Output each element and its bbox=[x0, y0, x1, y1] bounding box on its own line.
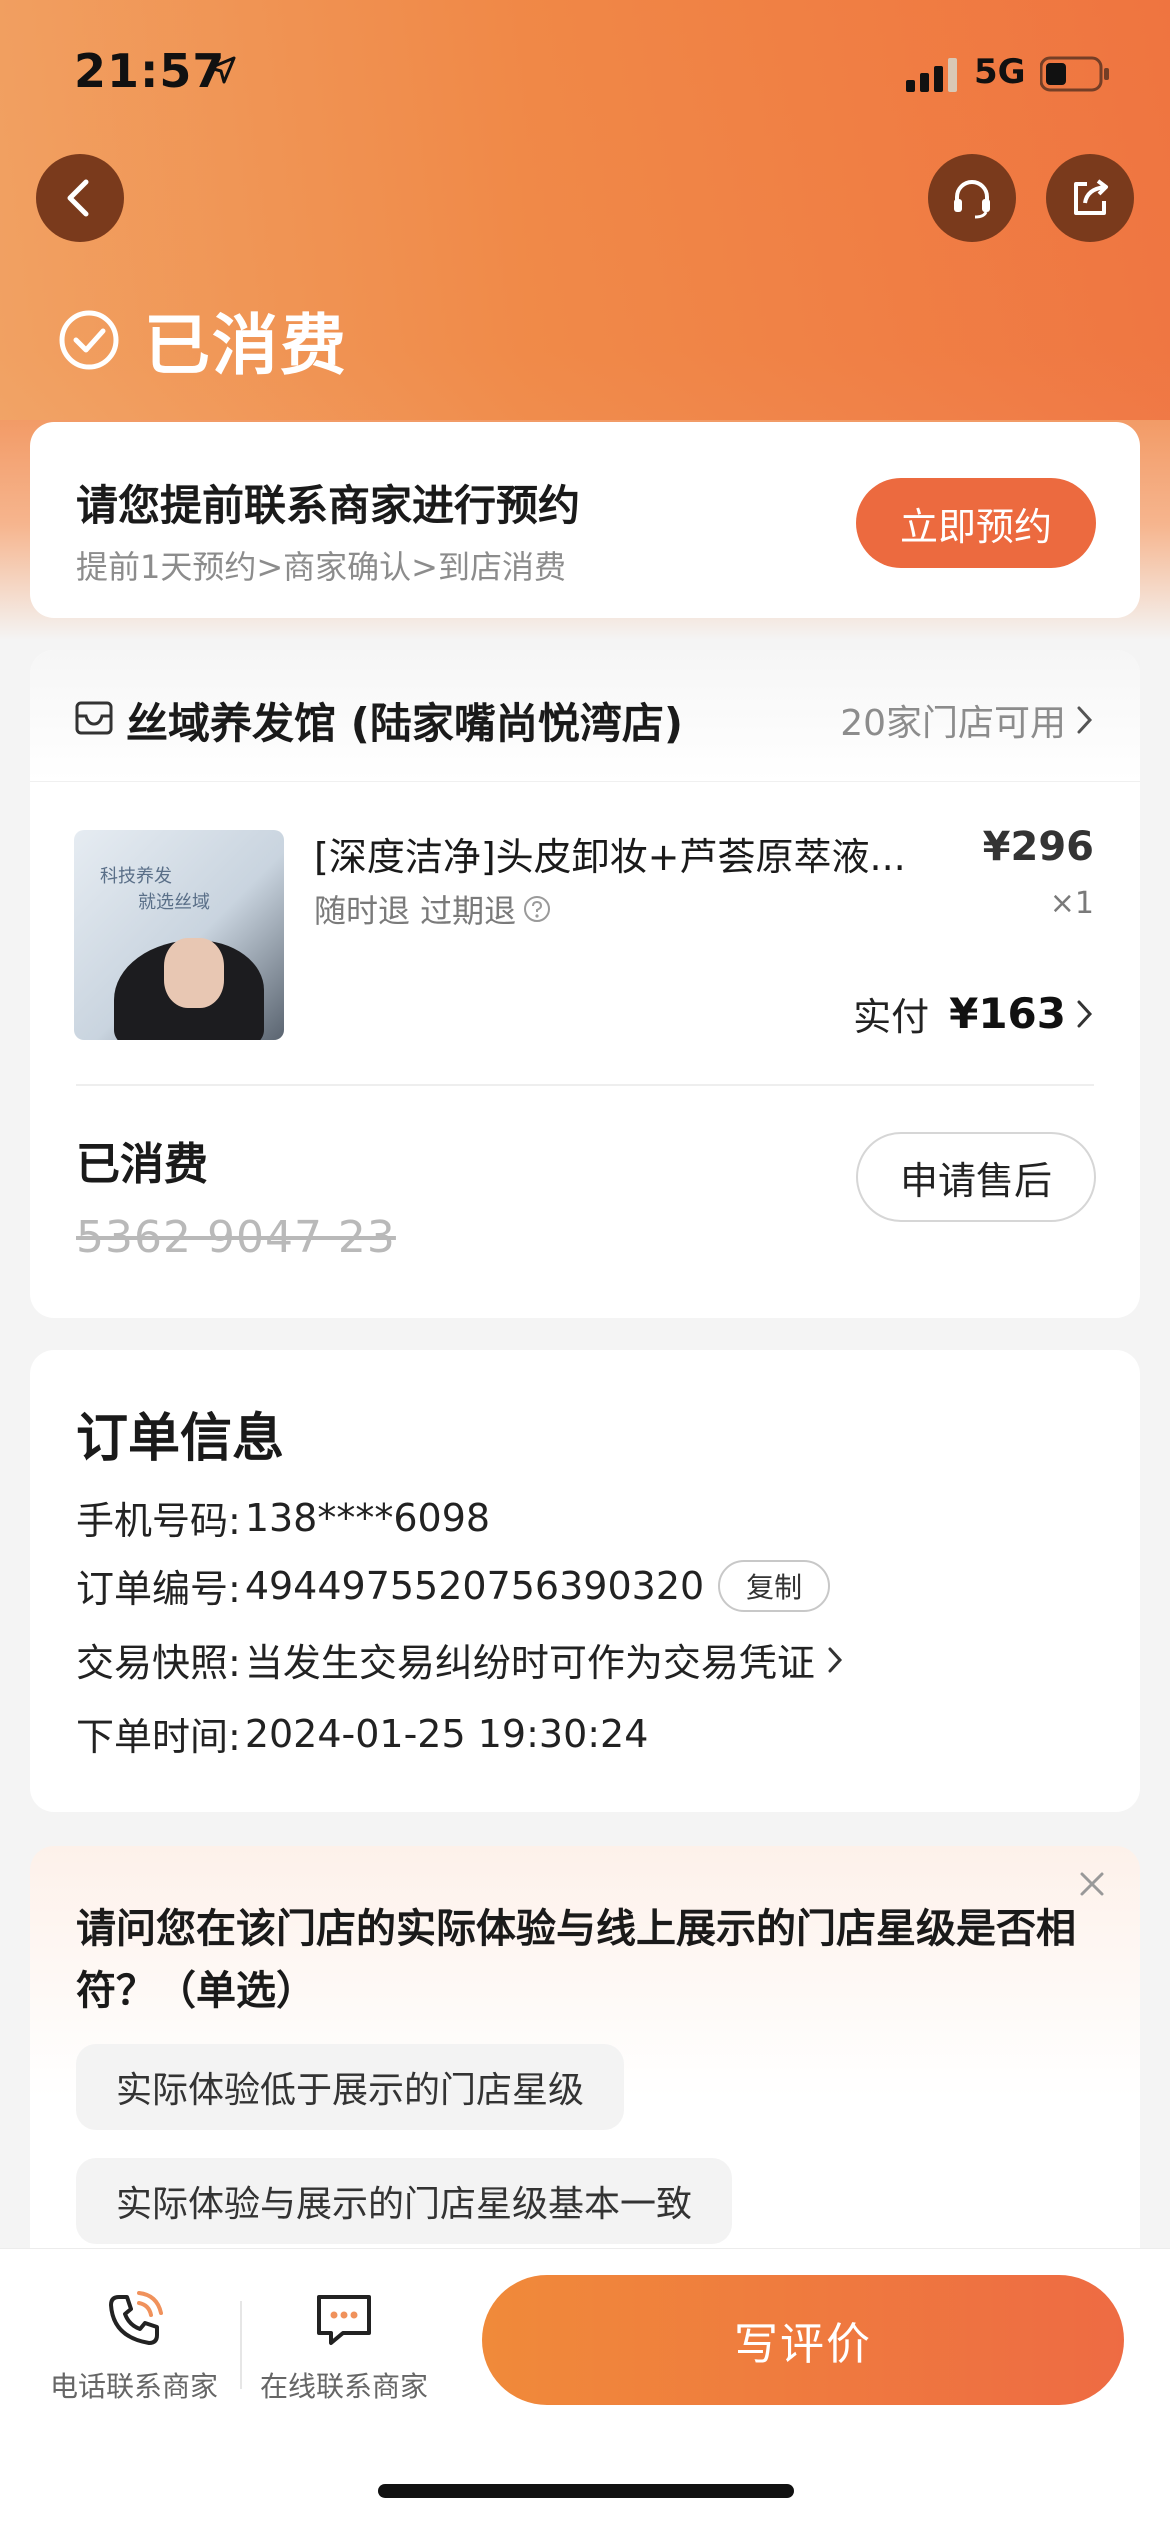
appointment-steps: 提前1天预约>商家确认>到店消费 bbox=[76, 548, 566, 586]
location-arrow-icon bbox=[208, 56, 236, 84]
phone-label: 手机号码: bbox=[76, 1499, 241, 1543]
appointment-title: 请您提前联系商家进行预约 bbox=[76, 481, 581, 530]
order-time-label: 下单时间: bbox=[76, 1715, 241, 1759]
paid-amount-link[interactable]: 实付 ¥163 bbox=[853, 986, 1096, 1041]
product-price: ¥296 bbox=[982, 824, 1094, 870]
after-sale-button[interactable]: 申请售后 bbox=[856, 1132, 1096, 1222]
appointment-card: 请您提前联系商家进行预约 提前1天预约>商家确认>到店消费 立即预约 bbox=[30, 422, 1140, 618]
write-review-button[interactable]: 写评价 bbox=[482, 2275, 1124, 2405]
survey-option[interactable]: 实际体验与展示的门店星级基本一致 bbox=[76, 2158, 733, 2244]
product-image[interactable]: 科技养发 就选丝域 bbox=[74, 830, 284, 1040]
phone-contact-button[interactable]: 电话联系商家 bbox=[34, 2285, 234, 2405]
product-image-caption: 科技养发 就选丝域 bbox=[100, 866, 210, 913]
voucher-status: 已消费 bbox=[76, 1139, 208, 1190]
product-image-hand bbox=[164, 938, 224, 1008]
voucher-code: 5362 9047 23 bbox=[76, 1212, 396, 1263]
product-name[interactable]: [深度洁净]头皮卸妆+芦荟原萃液... bbox=[314, 826, 954, 881]
headset-icon bbox=[954, 180, 990, 219]
store-availability-link[interactable]: 20家门店可用 bbox=[840, 694, 1096, 746]
store-header[interactable]: 丝域养发馆 (陆家嘴尚悦湾店) 20家门店可用 bbox=[30, 650, 1140, 782]
phone-contact-label: 电话联系商家 bbox=[49, 2370, 218, 2403]
survey-card: 请问您在该门店的实际体验与线上展示的门店星级是否相符？（单选） 实际体验低于展示… bbox=[30, 1846, 1140, 2266]
refund-policy: 随时退 过期退 bbox=[314, 886, 552, 932]
order-time-row: 下单时间: 2024-01-25 19:30:24 bbox=[76, 1706, 648, 1761]
online-contact-label: 在线联系商家 bbox=[259, 2370, 428, 2403]
battery-icon bbox=[1040, 56, 1109, 92]
status-bar: 21:57 5G bbox=[0, 0, 1170, 140]
chevron-left-icon bbox=[67, 179, 89, 217]
paid-label: 实付 bbox=[853, 995, 930, 1039]
share-icon bbox=[1074, 179, 1108, 215]
book-now-button[interactable]: 立即预约 bbox=[856, 478, 1096, 568]
order-info-card: 订单信息 手机号码: 138****6098 订单编号: 49449755207… bbox=[30, 1350, 1140, 1812]
store-name: 丝域养发馆 (陆家嘴尚悦湾店) bbox=[126, 699, 684, 748]
snapshot-label: 交易快照: bbox=[76, 1641, 241, 1685]
back-button[interactable] bbox=[36, 154, 124, 242]
help-circle-icon[interactable] bbox=[522, 894, 552, 924]
signal-icon bbox=[906, 58, 957, 92]
store-card: 丝域养发馆 (陆家嘴尚悦湾店) 20家门店可用 科技养发 就选丝域 [深度洁净]… bbox=[30, 650, 1140, 1318]
divider bbox=[76, 1084, 1094, 1086]
order-number-row: 订单编号: 4944975520756390320 复制 bbox=[76, 1558, 831, 1613]
divider bbox=[240, 2301, 242, 2389]
survey-question: 请问您在该门店的实际体验与线上展示的门店星级是否相符？（单选） bbox=[76, 1906, 1076, 2014]
network-type: 5G bbox=[974, 52, 1026, 92]
chat-icon bbox=[317, 2295, 371, 2345]
chevron-right-icon bbox=[1077, 1000, 1093, 1027]
order-status-header: 已消费 bbox=[58, 292, 348, 388]
store-icon bbox=[75, 701, 113, 735]
online-contact-button[interactable]: 在线联系商家 bbox=[244, 2285, 444, 2405]
snapshot-row[interactable]: 交易快照: 当发生交易纠纷时可作为交易凭证 bbox=[76, 1632, 845, 1687]
customer-service-button[interactable] bbox=[928, 154, 1016, 242]
order-status-text: 已消费 bbox=[144, 307, 348, 384]
paid-amount: ¥163 bbox=[949, 989, 1066, 1038]
product-quantity: ×1 bbox=[1049, 886, 1094, 921]
home-indicator[interactable] bbox=[378, 2484, 794, 2498]
copy-button[interactable]: 复制 bbox=[718, 1559, 831, 1612]
store-availability-text: 20家门店可用 bbox=[840, 703, 1066, 744]
order-number-value: 4944975520756390320 bbox=[244, 1563, 705, 1608]
share-button[interactable] bbox=[1046, 154, 1134, 242]
chevron-right-icon bbox=[828, 1647, 842, 1672]
phone-value: 138****6098 bbox=[244, 1495, 491, 1540]
status-time: 21:57 bbox=[74, 44, 226, 98]
order-number-label: 订单编号: bbox=[76, 1567, 241, 1611]
chevron-right-icon bbox=[1077, 706, 1093, 734]
phone-icon bbox=[109, 2291, 163, 2345]
phone-row: 手机号码: 138****6098 bbox=[76, 1490, 490, 1545]
survey-option[interactable]: 实际体验低于展示的门店星级 bbox=[76, 2044, 625, 2130]
snapshot-value: 当发生交易纠纷时可作为交易凭证 bbox=[244, 1641, 815, 1685]
order-time-value: 2024-01-25 19:30:24 bbox=[244, 1711, 649, 1756]
order-info-title: 订单信息 bbox=[76, 1409, 285, 1469]
check-circle-icon bbox=[59, 310, 119, 370]
